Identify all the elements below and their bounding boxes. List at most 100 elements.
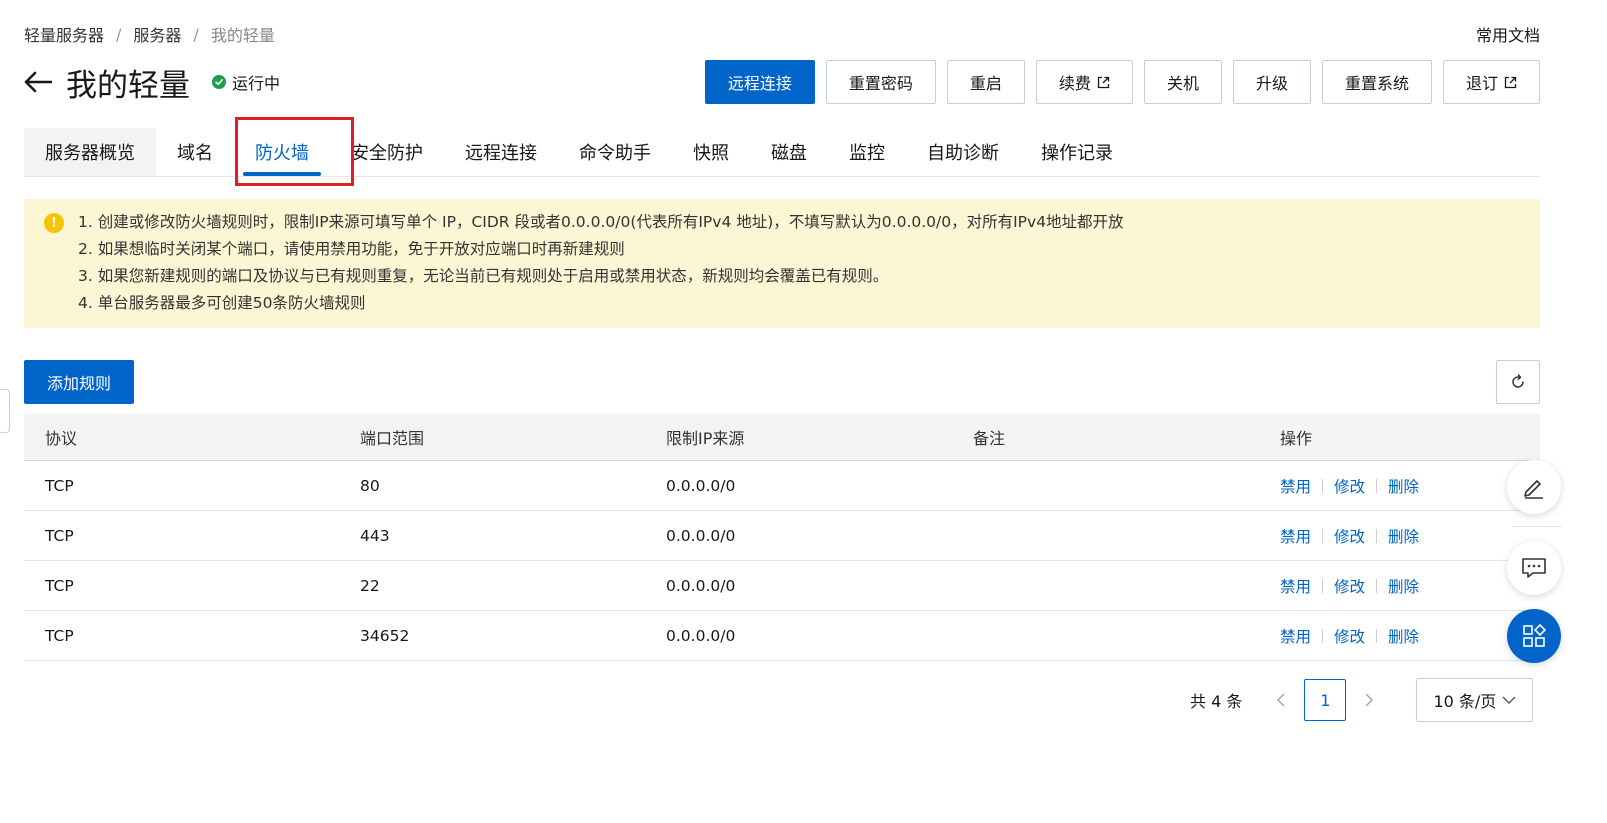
chevron-down-icon — [1502, 696, 1516, 704]
button-label: 退订 — [1465, 74, 1498, 93]
tab-remote-connect[interactable]: 远程连接 — [444, 128, 558, 176]
page-number-current[interactable]: 1 — [1304, 679, 1347, 721]
add-rule-button[interactable]: 添加规则 — [24, 360, 134, 404]
divider — [1376, 628, 1378, 643]
divider — [1376, 528, 1378, 543]
notice-line: 4. 单台服务器最多可创建50条防火墙规则 — [78, 294, 366, 312]
column-header: 协议 — [45, 429, 78, 448]
back-arrow-icon[interactable] — [24, 67, 54, 97]
source-cell: 0.0.0.0/0 — [666, 626, 736, 645]
edit-link[interactable]: 修改 — [1334, 625, 1365, 647]
delete-link[interactable]: 删除 — [1388, 575, 1419, 597]
tab-firewall[interactable]: 防火墙 — [234, 128, 330, 176]
tab-monitor[interactable]: 监控 — [828, 128, 906, 176]
button-label: 重置系统 — [1344, 74, 1409, 93]
ops-cell: 禁用 修改 删除 — [1259, 525, 1540, 547]
firewall-rules-table: 协议 端口范围 限制IP来源 备注 操作 TCP 80 0.0.0.0/0 禁用… — [24, 414, 1540, 661]
upgrade-button[interactable]: 升级 — [1232, 60, 1311, 104]
warning-icon: ! — [44, 213, 64, 233]
protocol-cell: TCP — [45, 626, 74, 645]
breadcrumb-item-servers[interactable]: 服务器 — [133, 22, 181, 46]
reset-system-button[interactable]: 重置系统 — [1321, 60, 1432, 104]
page-size-select[interactable]: 10 条/页 — [1416, 678, 1534, 722]
port-cell: 22 — [360, 576, 380, 595]
unsubscribe-button[interactable]: 退订 — [1442, 60, 1540, 104]
table-row: TCP 34652 0.0.0.0/0 禁用 修改 删除 — [24, 611, 1540, 661]
status-badge: 运行中 — [212, 70, 280, 94]
prev-page-icon[interactable] — [1266, 678, 1296, 722]
shutdown-button[interactable]: 关机 — [1143, 60, 1222, 104]
breadcrumb-item-current: 我的轻量 — [210, 26, 275, 45]
refresh-button[interactable] — [1496, 360, 1540, 404]
table-row: TCP 443 0.0.0.0/0 禁用 修改 删除 — [24, 511, 1540, 561]
disable-link[interactable]: 禁用 — [1280, 575, 1311, 597]
edit-feedback-button[interactable] — [1507, 460, 1561, 514]
disable-link[interactable]: 禁用 — [1280, 475, 1311, 497]
tab-disk[interactable]: 磁盘 — [750, 128, 828, 176]
edit-link[interactable]: 修改 — [1334, 525, 1365, 547]
disable-link[interactable]: 禁用 — [1280, 625, 1311, 647]
reset-password-button[interactable]: 重置密码 — [825, 60, 936, 104]
column-header: 备注 — [973, 429, 1006, 448]
ops-cell: 禁用 修改 删除 — [1259, 625, 1540, 647]
tab-command-assistant[interactable]: 命令助手 — [558, 128, 672, 176]
notice-banner: 1. 创建或修改防火墙规则时，限制IP来源可填写单个 IP，CIDR 段或者0.… — [24, 199, 1540, 328]
apps-menu-button[interactable] — [1507, 609, 1561, 663]
next-page-icon[interactable] — [1354, 678, 1384, 722]
divider — [1322, 578, 1324, 593]
delete-link[interactable]: 删除 — [1388, 475, 1419, 497]
tab-bar: 服务器概览 域名 防火墙 安全防护 远程连接 命令助手 快照 磁盘 监控 自助诊… — [24, 128, 1540, 177]
refresh-icon — [1512, 374, 1524, 388]
divider — [1322, 628, 1324, 643]
divider — [1322, 528, 1324, 543]
table-header: 协议 端口范围 限制IP来源 备注 操作 — [24, 414, 1540, 461]
disable-link[interactable]: 禁用 — [1280, 525, 1311, 547]
column-header: 限制IP来源 — [666, 429, 745, 448]
breadcrumb: 轻量服务器 / 服务器 / 我的轻量 — [24, 22, 275, 46]
tab-security[interactable]: 安全防护 — [330, 128, 444, 176]
renew-button[interactable]: 续费 — [1035, 60, 1133, 104]
divider — [1322, 478, 1324, 493]
divider — [1376, 478, 1378, 493]
restart-button[interactable]: 重启 — [946, 60, 1025, 104]
page-title: 我的轻量 — [66, 67, 190, 104]
tab-domain[interactable]: 域名 — [156, 128, 234, 176]
chat-button[interactable] — [1507, 541, 1561, 595]
external-link-icon — [1097, 76, 1110, 88]
tab-overview[interactable]: 服务器概览 — [24, 128, 156, 176]
divider — [1512, 526, 1562, 527]
delete-link[interactable]: 删除 — [1388, 525, 1419, 547]
ops-cell: 禁用 修改 删除 — [1259, 475, 1540, 497]
button-label: 升级 — [1255, 74, 1288, 93]
button-label: 重启 — [969, 74, 1002, 93]
delete-link[interactable]: 删除 — [1388, 625, 1419, 647]
apps-grid-icon — [1523, 623, 1547, 647]
edit-icon — [1524, 480, 1543, 499]
notice-line: 2. 如果想临时关闭某个端口，请使用禁用功能，免于开放对应端口时再新建规则 — [78, 240, 625, 258]
tab-self-diagnosis[interactable]: 自助诊断 — [906, 128, 1020, 176]
check-circle-icon — [212, 75, 226, 89]
button-label: 远程连接 — [727, 74, 792, 93]
notice-line: 1. 创建或修改防火墙规则时，限制IP来源可填写单个 IP，CIDR 段或者0.… — [78, 213, 1124, 231]
tab-snapshot[interactable]: 快照 — [672, 128, 750, 176]
edit-link[interactable]: 修改 — [1334, 475, 1365, 497]
side-collapse-handle[interactable] — [0, 389, 10, 433]
external-link-icon — [1504, 76, 1517, 88]
protocol-cell: TCP — [45, 576, 74, 595]
port-cell: 443 — [360, 526, 390, 545]
title-row: 我的轻量 运行中 — [24, 60, 280, 104]
edit-link[interactable]: 修改 — [1334, 575, 1365, 597]
notice-line: 3. 如果您新建规则的端口及协议与已有规则重复，无论当前已有规则处于启用或禁用状… — [78, 267, 889, 285]
breadcrumb-item-lighthouse[interactable]: 轻量服务器 — [24, 22, 104, 46]
pagination: 共 4 条 1 10 条/页 — [1190, 678, 1534, 722]
column-header: 操作 — [1280, 429, 1313, 448]
source-cell: 0.0.0.0/0 — [666, 576, 736, 595]
tab-operation-log[interactable]: 操作记录 — [1020, 128, 1134, 176]
remote-connect-button[interactable]: 远程连接 — [704, 60, 815, 104]
common-docs-link[interactable]: 常用文档 — [1476, 22, 1540, 46]
button-label: 续费 — [1058, 74, 1091, 93]
divider — [1376, 578, 1378, 593]
status-text: 运行中 — [232, 74, 281, 93]
action-bar: 远程连接 重置密码 重启 续费 关机 升级 重置系统 退订 — [694, 60, 1540, 104]
protocol-cell: TCP — [45, 526, 74, 545]
